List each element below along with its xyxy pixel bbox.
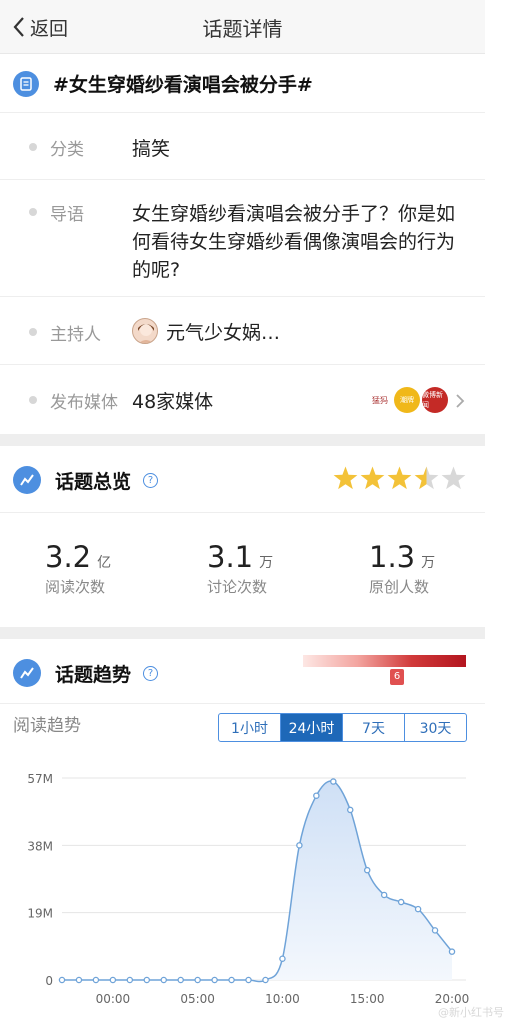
stat-unit: 万 bbox=[421, 555, 436, 571]
category-label: 分类 bbox=[50, 140, 84, 160]
data-point bbox=[194, 976, 201, 984]
y-tick-label: 19M bbox=[27, 907, 53, 921]
watermark: @新小红书号 bbox=[438, 1006, 504, 1019]
data-point bbox=[431, 927, 439, 934]
star-rating bbox=[333, 466, 466, 490]
page-title: 话题详情 bbox=[202, 17, 283, 41]
stat-label: 阅读次数 bbox=[45, 578, 106, 596]
data-point bbox=[363, 866, 371, 874]
overview-title: 话题总览 bbox=[55, 470, 132, 493]
stat-reads: 3.2 亿 阅读次数 bbox=[45, 540, 185, 597]
tab-7d[interactable]: 7天 bbox=[343, 714, 405, 741]
media-logo-2: 潮牌 bbox=[394, 387, 420, 413]
help-icon[interactable]: ? bbox=[143, 472, 159, 488]
data-point bbox=[92, 976, 100, 984]
stat-value: 3.1 bbox=[207, 540, 254, 574]
data-point bbox=[177, 976, 184, 984]
chevron-right-icon[interactable] bbox=[454, 393, 466, 409]
tab-30d[interactable]: 30天 bbox=[405, 714, 466, 741]
data-point bbox=[75, 976, 83, 984]
star-icon bbox=[441, 466, 466, 490]
data-point bbox=[347, 806, 354, 814]
data-point bbox=[109, 976, 117, 984]
data-point bbox=[160, 976, 167, 984]
intro-text: 女生穿婚纱看演唱会被分手了？你是如何看待女生穿婚纱看偶像演唱会的行为的呢? bbox=[132, 203, 456, 281]
topic-header: #女生穿婚纱看演唱会被分手# bbox=[0, 55, 485, 113]
media-logos[interactable]: 猛犸 潮牌 微博新闻 bbox=[368, 387, 448, 413]
host-avatar[interactable] bbox=[132, 318, 158, 344]
stat-value: 1.3 bbox=[369, 540, 416, 574]
tab-1h[interactable]: 1小时 bbox=[219, 714, 281, 741]
star-icon bbox=[333, 466, 358, 490]
star-icon bbox=[414, 466, 439, 490]
x-tick-label: 00:00 bbox=[96, 992, 131, 1006]
bullet-dot bbox=[29, 328, 37, 336]
read-trend-label: 阅读趋势 bbox=[13, 716, 81, 736]
section-divider bbox=[0, 434, 485, 446]
data-point bbox=[296, 842, 303, 849]
star-icon bbox=[360, 466, 385, 490]
stat-unit: 亿 bbox=[97, 555, 112, 571]
bullet-dot bbox=[29, 396, 37, 404]
nav-bar: 返回 话题详情 bbox=[0, 0, 485, 54]
bullet-dot bbox=[29, 143, 37, 151]
data-point bbox=[330, 778, 337, 785]
heat-level-marker: 6 bbox=[390, 669, 404, 685]
data-point bbox=[228, 976, 235, 984]
category-value[interactable]: 搞笑 bbox=[132, 134, 170, 161]
data-point bbox=[262, 976, 269, 984]
trend-header: 话题趋势 ? bbox=[0, 643, 485, 703]
chart-icon bbox=[13, 659, 41, 687]
media-label: 发布媒体 bbox=[50, 393, 118, 413]
data-point bbox=[380, 891, 388, 899]
intro-label: 导语 bbox=[50, 205, 84, 225]
y-tick-label: 0 bbox=[45, 974, 53, 988]
help-icon[interactable]: ? bbox=[143, 665, 159, 681]
topic-title: #女生穿婚纱看演唱会被分手# bbox=[53, 74, 313, 96]
stat-label: 讨论次数 bbox=[207, 578, 268, 596]
host-label: 主持人 bbox=[50, 325, 101, 345]
page: 返回 话题详情 #女生穿婚纱看演唱会被分手# 分类 搞笑 导语 女生穿婚纱看演唱… bbox=[0, 0, 485, 1024]
y-tick-label: 57M bbox=[27, 772, 53, 786]
divider bbox=[0, 512, 485, 513]
document-icon bbox=[13, 70, 39, 97]
data-point bbox=[279, 955, 286, 962]
read-trend-chart: 57M38M19M000:00 05:00 10:00 15:00 20:00 bbox=[27, 772, 469, 1006]
data-point bbox=[414, 905, 422, 913]
data-point bbox=[211, 976, 218, 984]
data-point bbox=[313, 792, 320, 799]
area-fill bbox=[62, 781, 452, 982]
media-logo-3: 微博新闻 bbox=[422, 387, 448, 413]
host-name[interactable]: 元气少女娲… bbox=[166, 318, 280, 345]
rating-stars bbox=[332, 465, 467, 492]
x-tick-label: 10:00 bbox=[265, 992, 300, 1006]
section-divider bbox=[0, 627, 485, 639]
x-tick-label: 15:00 bbox=[350, 992, 385, 1006]
star-icon bbox=[387, 466, 412, 490]
stat-unit: 万 bbox=[259, 555, 274, 571]
stat-discussions: 3.1 万 讨论次数 bbox=[207, 540, 347, 597]
bullet-dot bbox=[29, 208, 37, 216]
data-point bbox=[58, 976, 66, 984]
time-range-tabs: 1小时 24小时 7天 30天 bbox=[218, 713, 467, 742]
data-point bbox=[448, 948, 456, 955]
data-point bbox=[397, 898, 405, 906]
y-tick-label: 38M bbox=[27, 839, 53, 853]
data-point bbox=[143, 976, 151, 984]
chart-icon bbox=[13, 466, 41, 494]
tab-24h[interactable]: 24小时 bbox=[281, 714, 343, 741]
data-point bbox=[126, 976, 134, 984]
stat-value: 3.2 bbox=[45, 540, 92, 574]
trend-title: 话题趋势 bbox=[55, 663, 132, 686]
page-margin bbox=[485, 0, 518, 1024]
heat-scale-bar bbox=[303, 655, 466, 667]
divider bbox=[0, 703, 485, 704]
media-count[interactable]: 48家媒体 bbox=[132, 387, 213, 414]
data-point bbox=[245, 976, 252, 984]
media-logo-1: 猛犸 bbox=[372, 395, 388, 405]
x-tick-label: 05:00 bbox=[180, 992, 215, 1006]
